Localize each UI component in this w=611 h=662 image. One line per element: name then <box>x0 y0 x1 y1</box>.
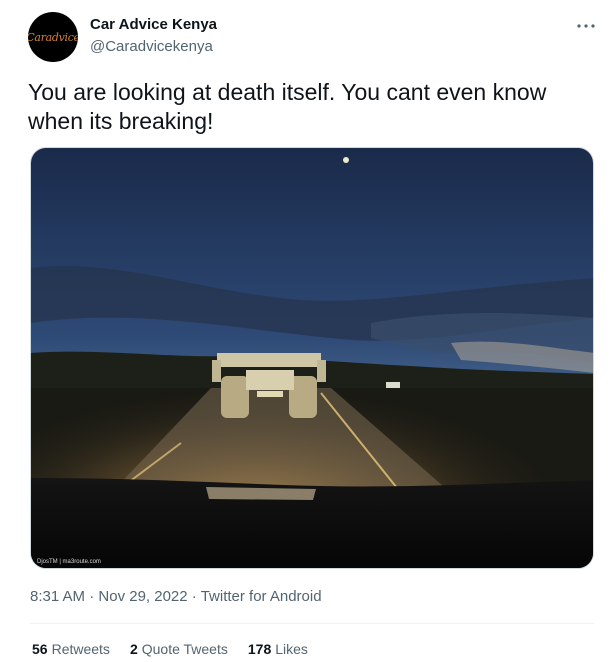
retweets-count: 56 <box>32 641 48 657</box>
retweets-label: Retweets <box>51 641 110 657</box>
divider <box>30 623 594 624</box>
more-dots-icon[interactable] <box>574 16 598 36</box>
tweet-source[interactable]: Twitter for Android <box>201 588 322 605</box>
tweet-date[interactable]: Nov 29, 2022 <box>98 588 187 605</box>
author-handle[interactable]: @Caradvicekenya <box>90 38 213 55</box>
avatar-logo: Caradvice <box>28 30 78 44</box>
quote-tweets-count: 2 <box>129 641 138 657</box>
photo-watermark: DjosTM | ma3route.com <box>37 559 101 565</box>
likes-stat[interactable]: 178 Likes <box>248 641 308 657</box>
meta-separator: · <box>187 588 201 605</box>
author-display-name[interactable]: Car Advice Kenya <box>90 16 217 33</box>
tweet-stats: 56 Retweets 2 Quote Tweets 178 Likes <box>32 641 308 657</box>
quote-tweets-label: Quote Tweets <box>141 641 228 657</box>
tweet-text: You are looking at death itself. You can… <box>28 79 547 134</box>
tweet-time[interactable]: 8:31 AM <box>30 588 85 605</box>
likes-label: Likes <box>275 641 308 657</box>
tweet-meta: 8:31 AM · Nov 29, 2022 · Twitter for And… <box>30 588 322 605</box>
retweets-stat[interactable]: 56 Retweets <box>32 641 110 657</box>
meta-separator: · <box>85 588 99 605</box>
likes-count: 178 <box>247 641 272 657</box>
quote-tweets-stat[interactable]: 2 Quote Tweets <box>130 641 228 657</box>
avatar[interactable]: Caradvice <box>28 12 78 62</box>
tweet-photo[interactable]: DjosTM | ma3route.com <box>30 147 594 569</box>
